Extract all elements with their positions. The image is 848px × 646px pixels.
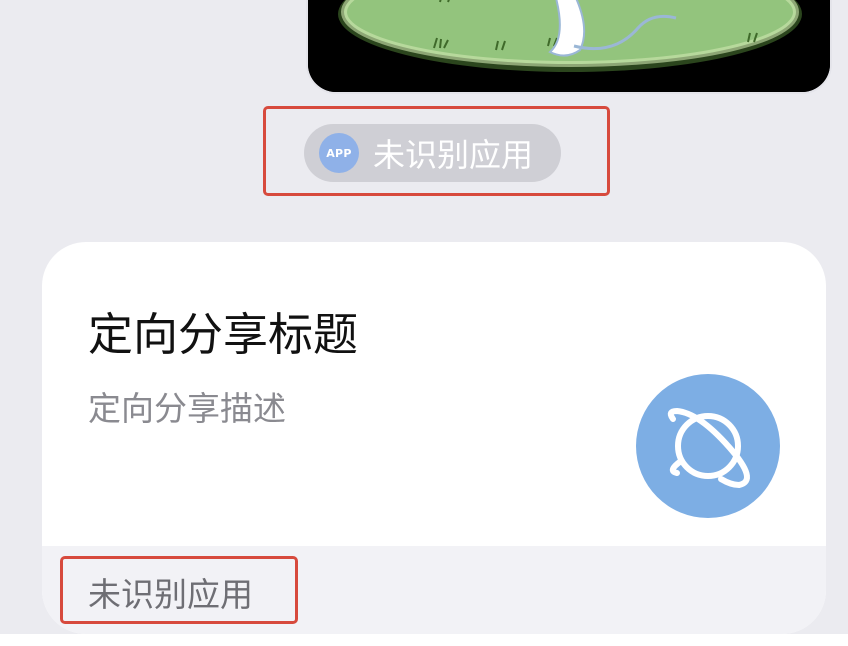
source-tag-pill[interactable]: APP 未识别应用 [304,124,561,182]
app-icon: APP [319,133,359,173]
share-card-description: 定向分享描述 [88,389,286,428]
share-card-footer-label: 未识别应用 [88,575,253,614]
image-message[interactable] [306,0,832,94]
image-thumbnail [308,0,830,92]
source-tag-label: 未识别应用 [373,136,534,174]
share-card-footer: 未识别应用 [42,546,826,634]
share-card-title: 定向分享标题 [88,308,359,361]
share-card[interactable]: 定向分享标题 定向分享描述 未识别应用 [42,242,826,634]
globe-icon [636,374,780,518]
bottom-strip [0,634,848,646]
